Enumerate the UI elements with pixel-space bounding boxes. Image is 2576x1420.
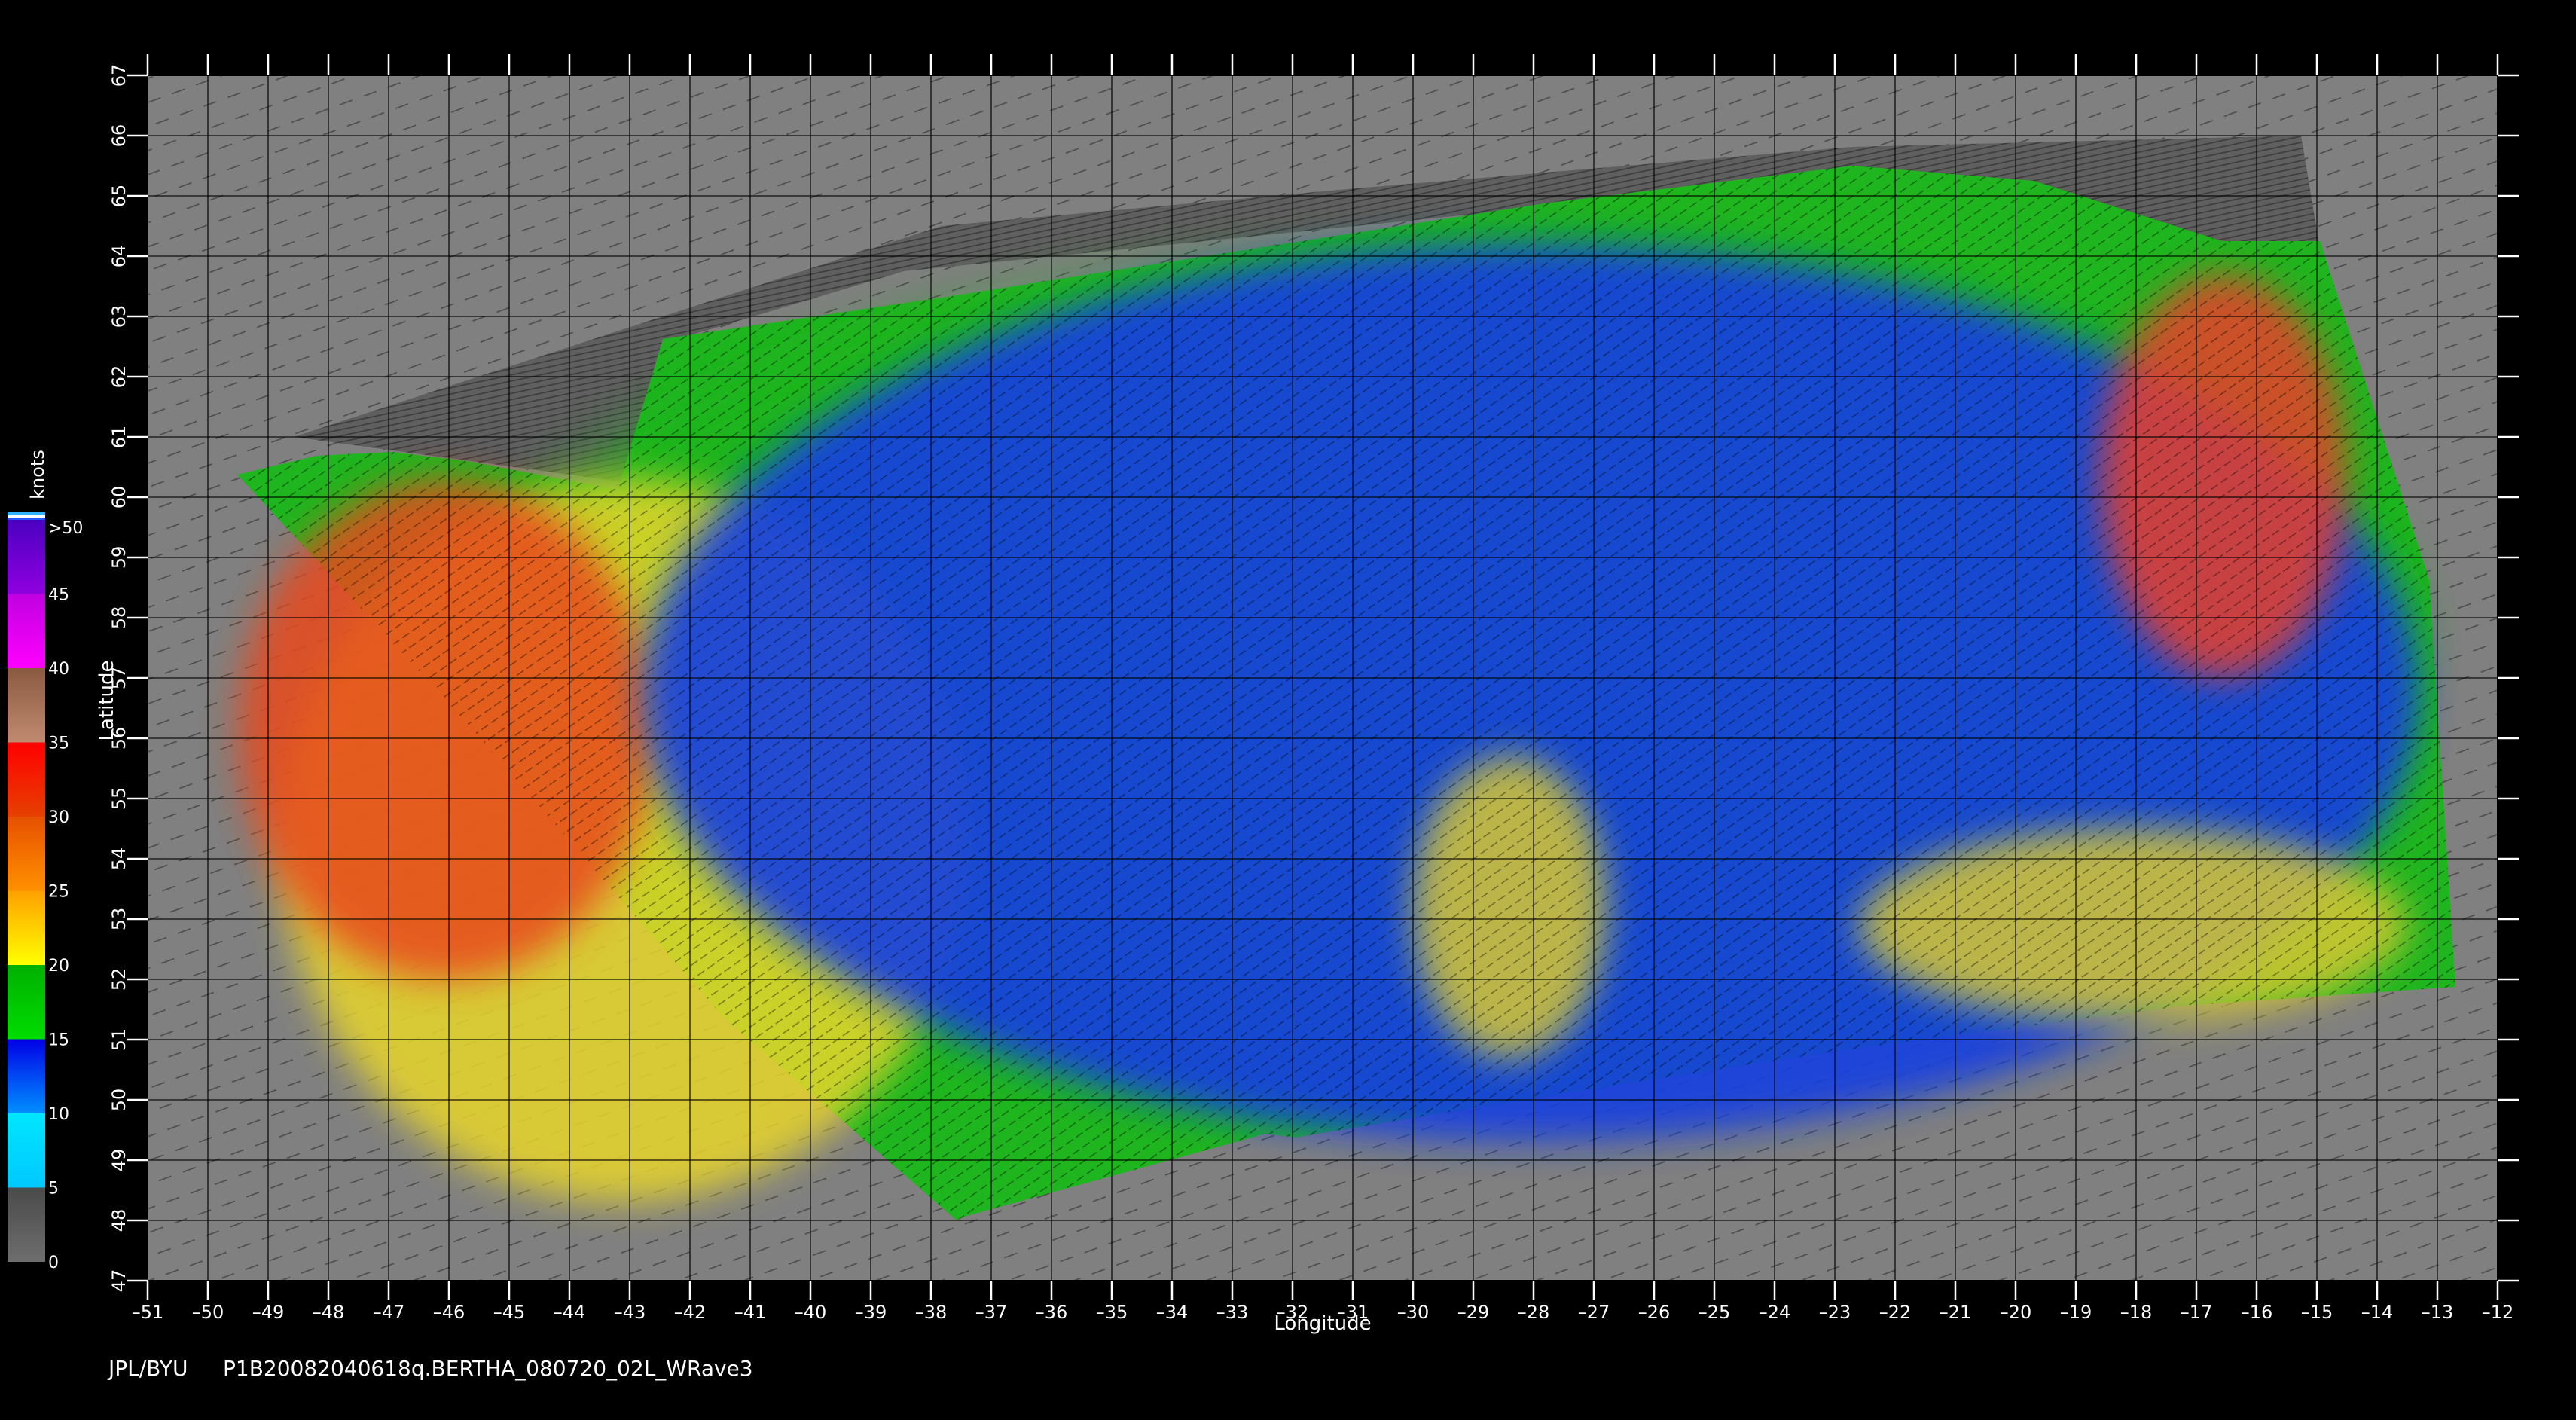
lon-tick-label: –20 xyxy=(2000,1302,2032,1323)
lat-tick-label: 47 xyxy=(108,1269,130,1293)
lon-tick-label: –51 xyxy=(132,1302,164,1323)
colorbar-band xyxy=(8,1039,45,1113)
lon-tick-label: –48 xyxy=(313,1302,345,1323)
lat-tick-label: 54 xyxy=(108,847,130,871)
lon-tick-label: –17 xyxy=(2181,1302,2213,1323)
lon-tick-label: –26 xyxy=(1638,1302,1671,1323)
lon-tick-label: –30 xyxy=(1397,1302,1430,1323)
colorbar-label: 35 xyxy=(48,734,69,753)
lon-tick-label: –16 xyxy=(2241,1302,2273,1323)
lon-tick-label: –36 xyxy=(1036,1302,1068,1323)
lon-tick-label: –23 xyxy=(1819,1302,1851,1323)
lon-tick-label: –47 xyxy=(373,1302,405,1323)
lon-tick-label: –28 xyxy=(1518,1302,1550,1323)
lon-tick-label: –25 xyxy=(1699,1302,1731,1323)
footer-product: P1B20082040618q.BERTHA_080720_02L_WRave3 xyxy=(223,1356,753,1381)
colorbar-label: 25 xyxy=(48,883,69,902)
colorbar-band xyxy=(8,668,45,743)
lon-tick-label: –14 xyxy=(2361,1302,2394,1323)
lon-tick-label: –39 xyxy=(855,1302,887,1323)
lon-tick-label: –45 xyxy=(493,1302,526,1323)
lon-tick-label: –40 xyxy=(795,1302,827,1323)
lon-tick-label: –38 xyxy=(915,1302,948,1323)
lat-tick-label: 65 xyxy=(108,185,130,208)
lon-tick-label: –22 xyxy=(1879,1302,1912,1323)
lat-tick-label: 61 xyxy=(108,426,130,449)
wind-map-figure: –51 –50 –49 –48 –47 –46 –45 –44 –43 –42 –41 –40 –39 –… xyxy=(0,0,2576,1416)
y-axis-label: Latitude xyxy=(96,660,118,741)
colorbar-stripe xyxy=(8,515,45,518)
colorbar-band xyxy=(8,890,45,965)
colorbar-bands xyxy=(8,520,45,1262)
lat-tick-label: 51 xyxy=(108,1028,130,1052)
colorbar-label: 5 xyxy=(48,1180,59,1199)
lat-tick-label: 60 xyxy=(108,486,130,509)
colorbar-band xyxy=(8,594,45,668)
colorbar-label: 45 xyxy=(48,586,69,605)
lon-tick-label: –49 xyxy=(252,1302,285,1323)
lat-tick-label: 59 xyxy=(108,546,130,570)
lon-tick-label: –34 xyxy=(1156,1302,1189,1323)
lat-tick-label: 52 xyxy=(108,968,130,991)
colorbar-band xyxy=(8,965,45,1040)
colorbar-label: 40 xyxy=(48,660,69,679)
colorbar-label: >50 xyxy=(48,519,83,538)
lon-tick-label: –33 xyxy=(1216,1302,1249,1323)
lon-tick-label: –43 xyxy=(614,1302,646,1323)
lon-tick-label: –19 xyxy=(2060,1302,2092,1323)
colorbar-unit-label: knots xyxy=(27,450,48,499)
lon-tick-label: –42 xyxy=(674,1302,707,1323)
colorbar-band xyxy=(8,1113,45,1188)
lat-tick-label: 53 xyxy=(108,908,130,931)
lon-tick-label: –46 xyxy=(433,1302,465,1323)
colorbar-label: 0 xyxy=(48,1254,59,1272)
colorbar-band xyxy=(8,520,45,594)
colorbar-band xyxy=(8,1187,45,1262)
lon-tick-label: –41 xyxy=(734,1302,767,1323)
lat-tick-label: 49 xyxy=(108,1149,130,1172)
lon-tick-label: –50 xyxy=(192,1302,224,1323)
lat-tick-label: 58 xyxy=(108,606,130,630)
footer-source: JPL/BYU xyxy=(107,1356,188,1381)
lon-tick-label: –44 xyxy=(554,1302,586,1323)
lat-tick-label: 67 xyxy=(108,64,130,87)
colorbar-band xyxy=(8,817,45,891)
lon-tick-label: –18 xyxy=(2120,1302,2153,1323)
lon-tick-label: –27 xyxy=(1578,1302,1610,1323)
lon-tick-label: –15 xyxy=(2301,1302,2333,1323)
lon-tick-label: –24 xyxy=(1759,1302,1791,1323)
colorbar: knots 0 5 10 15 20 25 30 35 40 45 >50 xyxy=(8,450,83,1272)
colorbar-stripe xyxy=(8,512,45,515)
colorbar-band xyxy=(8,742,45,817)
lat-tick-label: 63 xyxy=(108,305,130,328)
colorbar-label: 15 xyxy=(48,1031,69,1050)
lon-tick-label: –13 xyxy=(2422,1302,2454,1323)
colorbar-tick-labels: 0 5 10 15 20 25 30 35 40 45 >50 xyxy=(48,519,83,1272)
lat-tick-label: 55 xyxy=(108,787,130,811)
lon-tick-label: –12 xyxy=(2482,1302,2514,1323)
lat-tick-label: 64 xyxy=(108,245,130,268)
lon-tick-label: –35 xyxy=(1096,1302,1128,1323)
lat-tick-label: 48 xyxy=(108,1209,130,1232)
colorbar-label: 10 xyxy=(48,1105,69,1124)
x-axis-label: Longitude xyxy=(1274,1312,1371,1335)
lat-tick-label: 66 xyxy=(108,124,130,148)
lon-tick-label: –37 xyxy=(975,1302,1008,1323)
lat-tick-label: 62 xyxy=(108,365,130,389)
wind-map-svg: –51 –50 –49 –48 –47 –46 –45 –44 –43 –42 –41 –40 –39 –… xyxy=(8,54,2519,1381)
lat-tick-label: 50 xyxy=(108,1089,130,1112)
colorbar-label: 30 xyxy=(48,808,69,827)
lat-lon-grid xyxy=(147,75,2498,1281)
colorbar-label: 20 xyxy=(48,957,69,976)
lon-tick-label: –29 xyxy=(1457,1302,1490,1323)
lon-tick-label: –21 xyxy=(1940,1302,1972,1323)
